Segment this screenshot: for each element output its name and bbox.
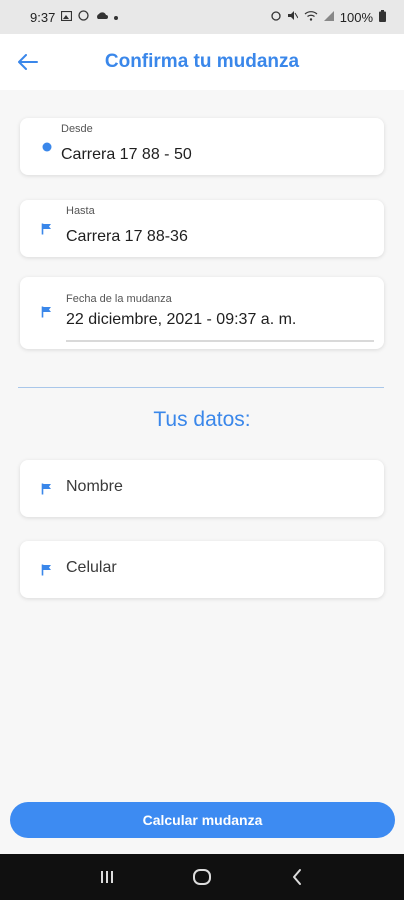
destination-value: Carrera 17 88-36: [66, 228, 188, 245]
cloud-icon: [95, 11, 109, 23]
move-date-card[interactable]: Fecha de la mudanza 22 diciembre, 2021 -…: [20, 277, 384, 349]
arrow-left-icon: [18, 54, 38, 70]
recent-apps-button[interactable]: [87, 857, 127, 897]
dot-icon: [40, 140, 54, 154]
home-button[interactable]: [182, 857, 222, 897]
status-right: 100%: [271, 9, 386, 25]
home-icon: [192, 869, 211, 885]
section-title: Tus datos:: [153, 408, 251, 431]
dot-indicator-icon: [114, 12, 119, 23]
calculate-move-button[interactable]: Calcular mudanza: [10, 802, 395, 838]
wifi-icon: [304, 10, 318, 24]
system-back-button[interactable]: [277, 857, 317, 897]
origin-label: Desde: [61, 123, 93, 135]
phone-field[interactable]: Celular: [20, 541, 384, 598]
back-button[interactable]: [16, 50, 40, 74]
move-date-value: 22 diciembre, 2021 - 09:37 a. m.: [66, 311, 297, 328]
flag-icon: [40, 305, 54, 319]
name-placeholder: Nombre: [66, 478, 123, 495]
phone-placeholder: Celular: [66, 559, 117, 576]
gallery-icon: [61, 10, 73, 24]
app-bar: Confirma tu mudanza: [0, 34, 404, 90]
status-bar: 9:37 100%: [0, 0, 404, 34]
recent-apps-icon: [101, 871, 114, 883]
destination-address-card[interactable]: Hasta Carrera 17 88-36: [20, 200, 384, 257]
back-chevron-icon: [292, 869, 301, 885]
system-nav-bar: [0, 854, 404, 900]
flag-icon: [40, 482, 54, 496]
status-time: 9:37: [30, 9, 56, 25]
move-date-label: Fecha de la mudanza: [66, 293, 172, 305]
flag-icon: [40, 222, 54, 236]
battery-icon: [379, 9, 386, 25]
status-left: 9:37: [30, 9, 119, 25]
origin-value: Carrera 17 88 - 50: [61, 146, 192, 163]
whatsapp-icon: [78, 10, 89, 24]
alarm-icon: [271, 10, 281, 24]
battery-percent: 100%: [339, 9, 373, 25]
signal-icon: [323, 10, 334, 24]
destination-label: Hasta: [66, 205, 95, 217]
page-title: Confirma tu mudanza: [104, 51, 300, 72]
name-field[interactable]: Nombre: [20, 460, 384, 517]
mute-icon: [287, 10, 299, 24]
origin-address-card[interactable]: Desde Carrera 17 88 - 50: [20, 118, 384, 175]
date-field-underline: [66, 340, 374, 342]
section-divider: [18, 387, 384, 388]
flag-icon: [40, 563, 54, 577]
